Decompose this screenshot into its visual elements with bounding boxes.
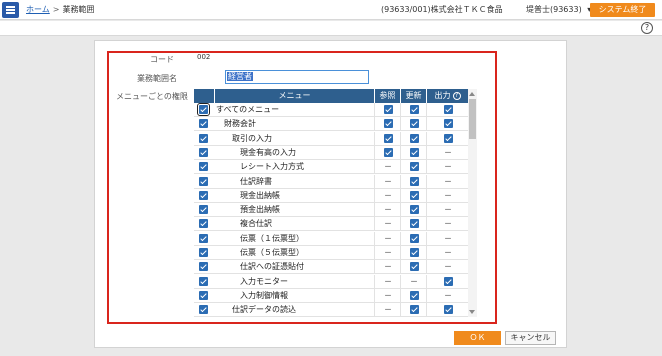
breadcrumb-home-link[interactable]: ホーム: [26, 5, 50, 14]
menu-icon: [6, 6, 15, 8]
menu-icon-line: [6, 9, 15, 11]
user-name: 堤普士(93633): [526, 5, 582, 14]
ok-button[interactable]: ＯＫ: [454, 331, 501, 345]
cancel-button[interactable]: キャンセル: [505, 331, 556, 345]
user-menu[interactable]: 堤普士(93633) ▾: [526, 4, 591, 15]
highlight-frame: [107, 51, 497, 324]
sub-toolbar: ?: [0, 21, 662, 36]
system-exit-button[interactable]: システム終了: [590, 3, 655, 17]
page-title: 業務範囲: [62, 5, 95, 14]
breadcrumb-separator: >: [52, 5, 60, 14]
hamburger-menu-button[interactable]: [2, 2, 19, 18]
breadcrumb: ホーム > 業務範囲: [26, 4, 94, 15]
company-name: (93633/001)株式会社ＴＫＣ食品: [381, 5, 503, 14]
help-icon[interactable]: ?: [641, 22, 653, 34]
menu-icon-line: [6, 12, 15, 14]
top-bar: ホーム > 業務範囲 (93633/001)株式会社ＴＫＣ食品 堤普士(93633)…: [0, 0, 662, 20]
